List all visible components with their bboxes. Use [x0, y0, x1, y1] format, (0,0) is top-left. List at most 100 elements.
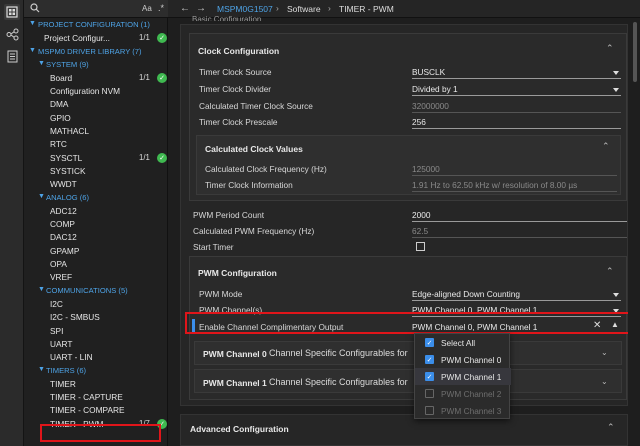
tree-item-systick[interactable]: SYSTICK+: [24, 164, 181, 177]
timer-clock-prescale-input[interactable]: 256: [412, 117, 621, 129]
menu-option[interactable]: ✓ PWM Channel 0: [415, 351, 511, 368]
forward-arrow-icon[interactable]: →: [196, 3, 206, 14]
checked-box-icon[interactable]: ✓: [425, 355, 434, 364]
pwm-mode-label: PWM Mode: [199, 289, 243, 299]
tree-item-mathacl[interactable]: MATHACL+: [24, 124, 181, 137]
breadcrumb-module: TIMER - PWM: [339, 4, 394, 14]
timer-clock-divider-value: Divided by 1: [412, 84, 458, 94]
collapse-chevron-icon[interactable]: ⌃: [606, 43, 614, 54]
checked-box-icon[interactable]: ✓: [425, 372, 434, 381]
check-circle-icon: ✓: [157, 72, 167, 83]
software-view-icon[interactable]: [4, 4, 20, 20]
tree-item-timer-capture[interactable]: TIMER - CAPTURE+: [24, 390, 181, 403]
pwm-mode-select[interactable]: Edge-aligned Down Counting: [412, 289, 621, 301]
tree-item-comp[interactable]: COMP+: [24, 218, 181, 231]
regex-icon[interactable]: .*: [158, 3, 164, 13]
menu-option[interactable]: ✓ PWM Channel 1: [415, 368, 511, 385]
breadcrumb-device[interactable]: MSPM0G1507: [217, 4, 273, 14]
tree-item-project-configuration[interactable]: Project Configur...1/1✓+: [24, 31, 181, 44]
tree-item-spi[interactable]: SPI+: [24, 324, 181, 337]
check-circle-icon: ✓: [157, 152, 167, 163]
tree-item-timer[interactable]: TIMER+: [24, 377, 181, 390]
unchecked-box-icon[interactable]: [425, 389, 434, 398]
timer-clock-divider-select[interactable]: Divided by 1: [412, 84, 621, 96]
tree-item-board[interactable]: Board1/1✓+: [24, 71, 181, 84]
tree-item-gpio[interactable]: GPIO+: [24, 111, 181, 124]
tree-label: UART - LIN: [50, 352, 93, 363]
tree-item-sysctl[interactable]: SYSCTL1/1✓+: [24, 151, 181, 164]
tree-item-adc12[interactable]: ADC12+: [24, 204, 181, 217]
tree-item-dma[interactable]: DMA+: [24, 98, 181, 111]
timer-clock-information-field: 1.91 Hz to 62.50 kHz w/ resolution of 8.…: [412, 180, 617, 192]
scrollbar-track[interactable]: [628, 18, 640, 446]
calculated-clock-frequency-value: 125000: [412, 164, 440, 174]
pwm-channel-1-panel[interactable]: PWM Channel 1 Channel Specific Configura…: [194, 369, 622, 393]
tree-label: DAC12: [50, 232, 77, 243]
tree-item-i2c[interactable]: I2C+: [24, 297, 181, 310]
pwm-channel-0-title: PWM Channel 0: [203, 349, 267, 359]
tree-item-wwdt[interactable]: WWDT+: [24, 178, 181, 191]
chevron-down-icon[interactable]: ▼: [29, 47, 36, 54]
section-driver-library[interactable]: ▼ MSPM0 DRIVER LIBRARY (7): [24, 45, 168, 58]
tree-label: ADC12: [50, 205, 77, 216]
file-icon[interactable]: [4, 48, 20, 64]
group-communications[interactable]: ▼ COMMUNICATIONS (5): [24, 284, 168, 297]
match-case-toggle[interactable]: Aa: [142, 4, 152, 13]
chevron-down-icon[interactable]: ▼: [29, 20, 36, 27]
filter-bar[interactable]: Aa .*: [24, 0, 168, 18]
tree-item-i2c-smbus[interactable]: I2C - SMBUS+: [24, 311, 181, 324]
pwm-channel-0-description: Channel Specific Configurables for: [269, 348, 408, 358]
section-project-configuration[interactable]: ▼ PROJECT CONFIGURATION (1): [24, 18, 168, 31]
collapse-chevron-icon[interactable]: ⌃: [607, 422, 615, 433]
checked-box-icon[interactable]: ✓: [425, 338, 434, 347]
tree-label: Board: [50, 72, 73, 83]
pwm-period-count-input[interactable]: 2000: [412, 210, 627, 222]
tree-label: PROJECT CONFIGURATION (1): [38, 20, 150, 30]
calculated-clock-values-title: Calculated Clock Values: [205, 144, 303, 154]
timer-clock-information-label: Timer Clock Information: [205, 180, 293, 190]
tree-item-vref[interactable]: VREF+: [24, 271, 181, 284]
timer-clock-source-select[interactable]: BUSCLK: [412, 67, 621, 79]
chevron-down-icon[interactable]: ⌄: [601, 377, 608, 386]
menu-option[interactable]: PWM Channel 2: [415, 385, 511, 402]
group-system[interactable]: ▼ SYSTEM (9): [24, 58, 168, 71]
collapse-chevron-icon[interactable]: ⌃: [602, 141, 610, 152]
tree-label: MSPM0 DRIVER LIBRARY (7): [38, 46, 142, 56]
group-analog[interactable]: ▼ ANALOG (6): [24, 191, 168, 204]
breadcrumb-software[interactable]: Software: [287, 4, 321, 14]
collapse-chevron-icon[interactable]: ⌃: [606, 266, 614, 277]
chevron-down-icon[interactable]: ▼: [38, 60, 45, 67]
chevron-down-icon[interactable]: ▼: [38, 366, 45, 373]
tree-item-uart-lin[interactable]: UART - LIN+: [24, 351, 181, 364]
tree-label: I2C: [50, 298, 63, 309]
start-timer-label: Start Timer: [193, 242, 234, 252]
chevron-down-icon[interactable]: ▼: [38, 286, 45, 293]
group-timers[interactable]: ▼ TIMERS (6): [24, 364, 168, 377]
back-arrow-icon[interactable]: ←: [180, 3, 190, 14]
menu-option-label: PWM Channel 3: [441, 405, 502, 416]
calculated-pwm-frequency-field: 62.5: [412, 226, 627, 238]
unchecked-box-icon[interactable]: [425, 406, 434, 415]
scrollbar-thumb[interactable]: [633, 22, 637, 82]
calculated-timer-clock-source-label: Calculated Timer Clock Source: [199, 101, 313, 111]
tree-item-opa[interactable]: OPA+: [24, 257, 181, 270]
start-timer-checkbox[interactable]: [416, 242, 425, 251]
network-icon[interactable]: [4, 26, 20, 42]
advanced-configuration-title: Advanced Configuration: [190, 424, 289, 434]
tree-item-gpamp[interactable]: GPAMP+: [24, 244, 181, 257]
tree-item-uart[interactable]: UART+: [24, 337, 181, 350]
tree-item-dac12[interactable]: DAC12+: [24, 231, 181, 244]
chevron-down-icon[interactable]: ▼: [38, 193, 45, 200]
activity-bar: [0, 0, 24, 446]
tree-label: TIMERS (6): [46, 365, 87, 375]
pwm-channel-0-panel[interactable]: PWM Channel 0 Channel Specific Configura…: [194, 341, 622, 365]
tree-label: GPAMP: [50, 245, 80, 256]
tree-label: SPI: [50, 325, 64, 336]
tree-item-rtc[interactable]: RTC+: [24, 138, 181, 151]
chevron-down-icon[interactable]: ⌄: [601, 348, 608, 357]
menu-option[interactable]: PWM Channel 3: [415, 402, 511, 419]
tree-item-timer-compare[interactable]: TIMER - COMPARE+: [24, 404, 181, 417]
pwm-mode-value: Edge-aligned Down Counting: [412, 289, 520, 299]
tree-item-configuration-nvm[interactable]: Configuration NVM+: [24, 85, 181, 98]
menu-option[interactable]: ✓ Select All: [415, 334, 511, 351]
